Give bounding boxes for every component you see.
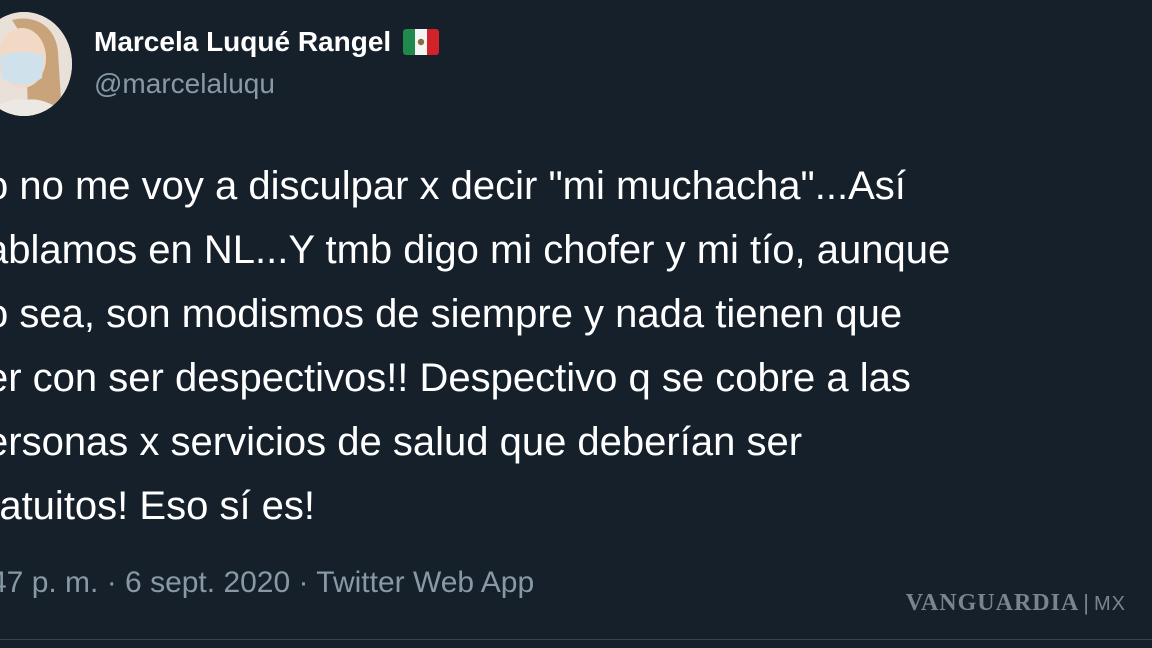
display-name-text: Marcela Luqué Rangel [94, 26, 392, 57]
watermark-suffix: MX [1094, 593, 1126, 615]
avatar[interactable] [0, 12, 72, 116]
tweet-text-line: er con ser despectivos!! Despectivo q se… [0, 356, 911, 400]
tweet-text-line: o no me voy a disculpar x decir "mi much… [0, 164, 906, 208]
vanguardia-watermark: VANGUARDIA | MX [906, 590, 1126, 617]
divider [0, 639, 1152, 640]
display-name[interactable]: Marcela Luqué Rangel [94, 26, 440, 58]
user-handle[interactable]: @marcelaluqu [94, 68, 275, 100]
tweet-text-line: o sea, son modismos de siempre y nada ti… [0, 292, 903, 336]
tweet-text-line: ratuitos! Eso sí es! [0, 484, 316, 528]
watermark-separator: | [1083, 590, 1090, 615]
tweet-text-line: ersonas x servicios de salud que debería… [0, 420, 803, 464]
tweet-text: o no me voy a disculpar x decir "mi much… [0, 154, 1152, 538]
tweet-text-line: ablamos en NL...Y tmb digo mi chofer y m… [0, 228, 951, 272]
avatar-image [0, 12, 72, 116]
watermark-brand: VANGUARDIA [905, 590, 1080, 616]
tweet-card: Marcela Luqué Rangel @marcelaluqu o no m… [0, 0, 1152, 648]
mexico-flag-icon [403, 29, 440, 55]
tweet-timestamp-source[interactable]: 47 p. m. · 6 sept. 2020 · Twitter Web Ap… [0, 566, 534, 600]
